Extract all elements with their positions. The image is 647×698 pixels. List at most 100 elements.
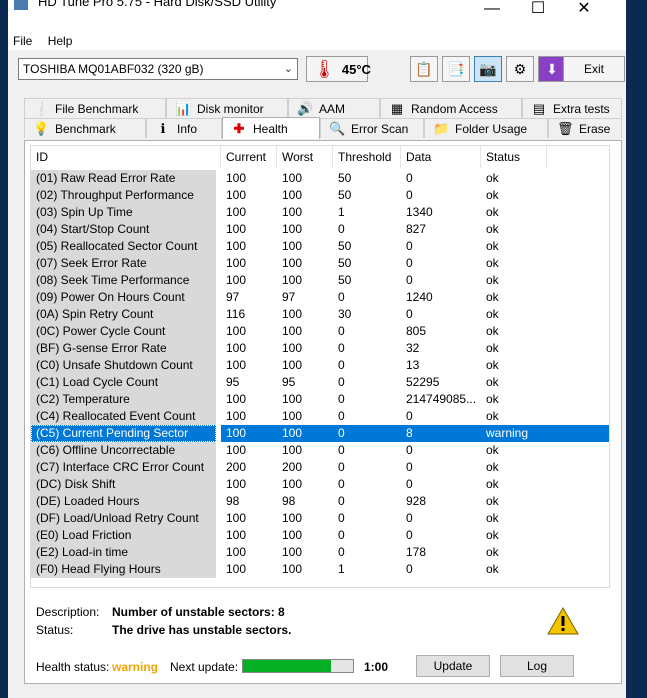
table-row[interactable]: (08) Seek Time Performance 100 100 50 0 ok <box>31 272 609 289</box>
tab-info[interactable]: ℹ Info <box>146 118 222 138</box>
cell-data: 0 <box>406 409 413 423</box>
update-button[interactable]: Update <box>416 655 490 677</box>
table-row[interactable]: (E0) Load Friction 100 100 0 0 ok <box>31 527 609 544</box>
tab-benchmark[interactable]: 💡 Benchmark <box>24 118 146 138</box>
cell-id: (07) Seek Error Rate <box>31 255 216 272</box>
col-header-id[interactable]: ID <box>31 146 221 168</box>
cell-status: warning <box>481 425 609 442</box>
table-row[interactable]: (BF) G-sense Error Rate 100 100 0 32 ok <box>31 340 609 357</box>
cell-worst: 100 <box>277 425 333 442</box>
tab-label: Disk monitor <box>197 101 264 116</box>
copy-text-button[interactable]: 📋 <box>410 56 438 82</box>
tab-label: Random Access <box>411 101 498 116</box>
menu-file[interactable]: File <box>8 32 38 50</box>
cell-threshold: 0 <box>338 341 345 355</box>
table-row[interactable]: (E2) Load-in time 100 100 0 178 ok <box>31 544 609 561</box>
cell-data: 0 <box>406 307 413 321</box>
table-row[interactable]: (C4) Reallocated Event Count 100 100 0 0 ok <box>31 408 609 425</box>
table-row[interactable]: (02) Throughput Performance 100 100 50 0 ok <box>31 187 609 204</box>
table-row[interactable]: (F0) Head Flying Hours 100 100 1 0 ok <box>31 561 609 578</box>
table-row[interactable]: (03) Spin Up Time 100 100 1 1340 ok <box>31 204 609 221</box>
smart-table: ID Current Worst Threshold Data Status (… <box>30 145 610 588</box>
cell-threshold: 0 <box>338 460 345 474</box>
cell-id: (C0) Unsafe Shutdown Count <box>31 357 216 374</box>
cell-threshold: 0 <box>338 290 345 304</box>
warning-icon <box>547 607 579 635</box>
tab-extra-tests[interactable]: ▤ Extra tests <box>522 98 622 118</box>
cell-worst: 100 <box>282 171 303 185</box>
tab-label: Benchmark <box>55 121 116 136</box>
cell-current: 100 <box>226 239 247 253</box>
cell-worst: 100 <box>282 341 303 355</box>
tab-label: Health <box>253 121 288 136</box>
status-label: Status: <box>36 623 74 637</box>
table-row[interactable]: (05) Reallocated Sector Count 100 100 50 0 ok <box>31 238 609 255</box>
cell-threshold: 0 <box>338 358 345 372</box>
table-row[interactable]: (C7) Interface CRC Error Count 200 200 0 0 ok <box>31 459 609 476</box>
drive-select[interactable]: TOSHIBA MQ01ABF032 (320 gB) ⌄ <box>18 58 298 80</box>
col-header-current[interactable]: Current <box>221 146 277 168</box>
menu-help[interactable]: Help <box>42 32 79 50</box>
tab-error-scan[interactable]: 🔍 Error Scan <box>320 118 424 138</box>
table-row[interactable]: (C1) Load Cycle Count 95 95 0 52295 ok <box>31 374 609 391</box>
maximize-button[interactable]: ☐ <box>516 0 560 22</box>
tab-folder-usage[interactable]: 📁 Folder Usage <box>424 118 548 138</box>
col-header-threshold[interactable]: Threshold <box>333 146 401 168</box>
table-row[interactable]: (C6) Offline Uncorrectable 100 100 0 0 ok <box>31 442 609 459</box>
table-row[interactable]: (0C) Power Cycle Count 100 100 0 805 ok <box>31 323 609 340</box>
table-row[interactable]: (C0) Unsafe Shutdown Count 100 100 0 13 ok <box>31 357 609 374</box>
tab-file-benchmark[interactable]: ❕ File Benchmark <box>24 98 166 118</box>
cell-id: (C6) Offline Uncorrectable <box>31 442 216 459</box>
col-header-status[interactable]: Status <box>481 146 547 168</box>
close-button[interactable]: ✕ <box>562 0 606 22</box>
log-button[interactable]: Log <box>500 655 574 677</box>
tab-label: Erase <box>579 121 611 136</box>
cell-data: 13 <box>406 358 420 372</box>
cell-data: 827 <box>406 222 427 236</box>
health-status-label: Health status: <box>36 660 110 674</box>
cell-data: 0 <box>406 171 413 185</box>
table-row[interactable]: (C2) Temperature 100 100 0 214749085... ok <box>31 391 609 408</box>
table-row[interactable]: (DC) Disk Shift 100 100 0 0 ok <box>31 476 609 493</box>
cell-worst: 100 <box>282 477 303 491</box>
cell-status: ok <box>486 477 499 491</box>
col-header-data[interactable]: Data <box>401 146 481 168</box>
cell-id: (04) Start/Stop Count <box>31 221 216 238</box>
cell-id: (01) Raw Read Error Rate <box>31 170 216 187</box>
table-row[interactable]: (DF) Load/Unload Retry Count 100 100 0 0 ok <box>31 510 609 527</box>
copy-all-button[interactable]: 📑 <box>442 56 470 82</box>
menu-bar: File Help <box>8 32 626 50</box>
health-panel: ID Current Worst Threshold Data Status (… <box>24 140 622 684</box>
tab-disk-monitor[interactable]: 📊 Disk monitor <box>166 98 288 118</box>
tab-aam[interactable]: 🔊 AAM <box>288 98 380 118</box>
table-row[interactable]: (07) Seek Error Rate 100 100 50 0 ok <box>31 255 609 272</box>
tab-health[interactable]: ✚ Health <box>222 117 320 139</box>
options-button[interactable]: ⚙ <box>506 56 534 82</box>
cell-threshold: 0 <box>338 409 345 423</box>
exit-button[interactable]: Exit <box>563 56 625 82</box>
health-status-value: warning <box>112 660 159 674</box>
cell-worst: 100 <box>282 324 303 338</box>
cell-worst: 100 <box>282 273 303 287</box>
table-row[interactable]: (09) Power On Hours Count 97 97 0 1240 ok <box>31 289 609 306</box>
cell-data: 214749085... <box>406 392 477 406</box>
tab-random-access[interactable]: ▦ Random Access <box>380 98 522 118</box>
col-header-worst[interactable]: Worst <box>277 146 333 168</box>
magnifier-icon: 🔍 <box>329 120 346 136</box>
table-row[interactable]: (DE) Loaded Hours 98 98 0 928 ok <box>31 493 609 510</box>
table-row[interactable]: (01) Raw Read Error Rate 100 100 50 0 ok <box>31 170 609 187</box>
table-row[interactable]: (0A) Spin Retry Count 116 100 30 0 ok <box>31 306 609 323</box>
table-row[interactable]: (C5) Current Pending Sector 100 100 0 8 warni… <box>31 425 609 442</box>
cell-status: ok <box>486 307 499 321</box>
tab-erase[interactable]: 🗑 Erase <box>548 118 622 138</box>
cell-status: ok <box>486 562 499 576</box>
download-arrow-icon: ⬇ <box>546 60 558 77</box>
cell-threshold: 0 <box>338 443 345 457</box>
screenshot-button[interactable]: 📷 <box>474 56 502 82</box>
save-button[interactable]: ⬇ <box>538 56 566 82</box>
cell-threshold: 0 <box>338 375 345 389</box>
app-window: HD Tune Pro 5.75 - Hard Disk/SSD Utility… <box>8 0 626 698</box>
table-row[interactable]: (04) Start/Stop Count 100 100 0 827 ok <box>31 221 609 238</box>
tab-label: Extra tests <box>553 101 610 116</box>
minimize-button[interactable]: — <box>470 0 514 22</box>
